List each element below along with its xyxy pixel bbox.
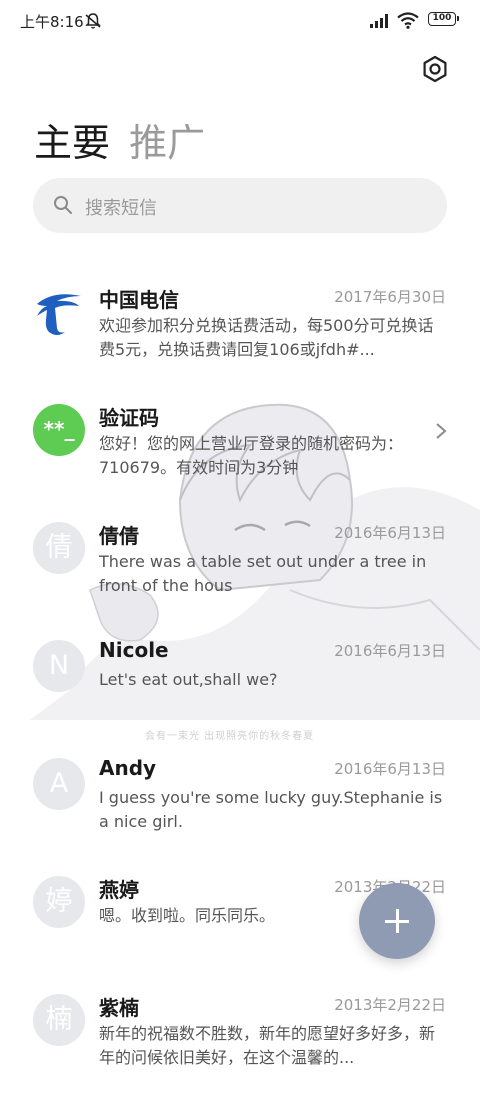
conversation-item[interactable]: **_ 验证码 您好！您的网上营业厅登录的随机密码为：710679。有效时间为3…	[0, 386, 480, 504]
tab-primary[interactable]: 主要	[34, 112, 110, 167]
message-preview: Let's eat out,shall we?	[99, 670, 278, 689]
message-date: 2016年6月13日	[334, 524, 446, 542]
conversation-item[interactable]: N Nicole 2016年6月13日 Let's eat out,shall …	[0, 622, 480, 740]
message-date: 2013年2月22日	[334, 996, 446, 1014]
china-telecom-logo-icon	[37, 294, 81, 335]
signal-icon	[370, 14, 388, 28]
message-preview: 新年的祝福数不胜数，新年的愿望好多好多，新年的问候依旧美好，在这个温馨的...	[99, 1024, 436, 1067]
battery-icon: 100	[428, 12, 459, 26]
avatar: A	[33, 758, 85, 810]
conversation-item[interactable]: 中国电信 2017年6月30日 欢迎参加积分兑换话费活动，每500分可兑换话费5…	[0, 268, 480, 386]
avatar: 婷	[33, 876, 85, 928]
message-date: 2017年6月30日	[334, 288, 446, 306]
avatar: 楠	[33, 994, 85, 1046]
contact-name: 倩倩	[99, 524, 139, 548]
conversation-list: 中国电信 2017年6月30日 欢迎参加积分兑换话费活动，每500分可兑换话费5…	[0, 268, 480, 1094]
avatar: N	[33, 640, 85, 692]
conversation-item[interactable]: 倩 倩倩 2016年6月13日 There was a table set ou…	[0, 504, 480, 622]
status-bar: 上午8:16 100	[0, 0, 480, 42]
category-tabs: 主要 推广	[34, 112, 219, 168]
search-bar[interactable]: 搜索短信	[33, 178, 447, 233]
message-preview: I guess you're some lucky guy.Stephanie …	[99, 788, 443, 831]
settings-icon[interactable]	[420, 54, 450, 84]
message-date: 2016年6月13日	[334, 642, 446, 660]
message-preview: 欢迎参加积分兑换话费活动，每500分可兑换话费5元，兑换话费请回复106或jfd…	[99, 316, 434, 359]
search-placeholder: 搜索短信	[85, 198, 157, 219]
new-message-button[interactable]	[359, 883, 435, 959]
contact-name: 燕婷	[99, 878, 139, 902]
chevron-right-icon	[435, 421, 447, 445]
contact-name: 中国电信	[99, 288, 179, 312]
avatar: **_	[33, 404, 85, 456]
wifi-icon	[397, 12, 419, 29]
message-date: 2016年6月13日	[334, 760, 446, 778]
search-icon	[54, 196, 72, 214]
contact-name: Nicole	[99, 638, 169, 662]
message-preview: There was a table set out under a tree i…	[99, 552, 427, 595]
conversation-item[interactable]: 楠 紫楠 2013年2月22日 新年的祝福数不胜数，新年的愿望好多好多，新年的问…	[0, 976, 480, 1094]
avatar: 倩	[33, 522, 85, 574]
mute-bell-icon	[85, 13, 101, 29]
contact-name: 验证码	[99, 406, 159, 430]
tab-promotions[interactable]: 推广	[129, 112, 205, 167]
avatar	[33, 286, 85, 338]
contact-name: Andy	[99, 756, 157, 780]
conversation-item[interactable]: A Andy 2016年6月13日 I guess you're some lu…	[0, 740, 480, 858]
message-preview: 您好！您的网上营业厅登录的随机密码为：710679。有效时间为3分钟	[99, 434, 404, 477]
contact-name: 紫楠	[99, 996, 139, 1020]
status-time: 上午8:16	[20, 13, 84, 31]
